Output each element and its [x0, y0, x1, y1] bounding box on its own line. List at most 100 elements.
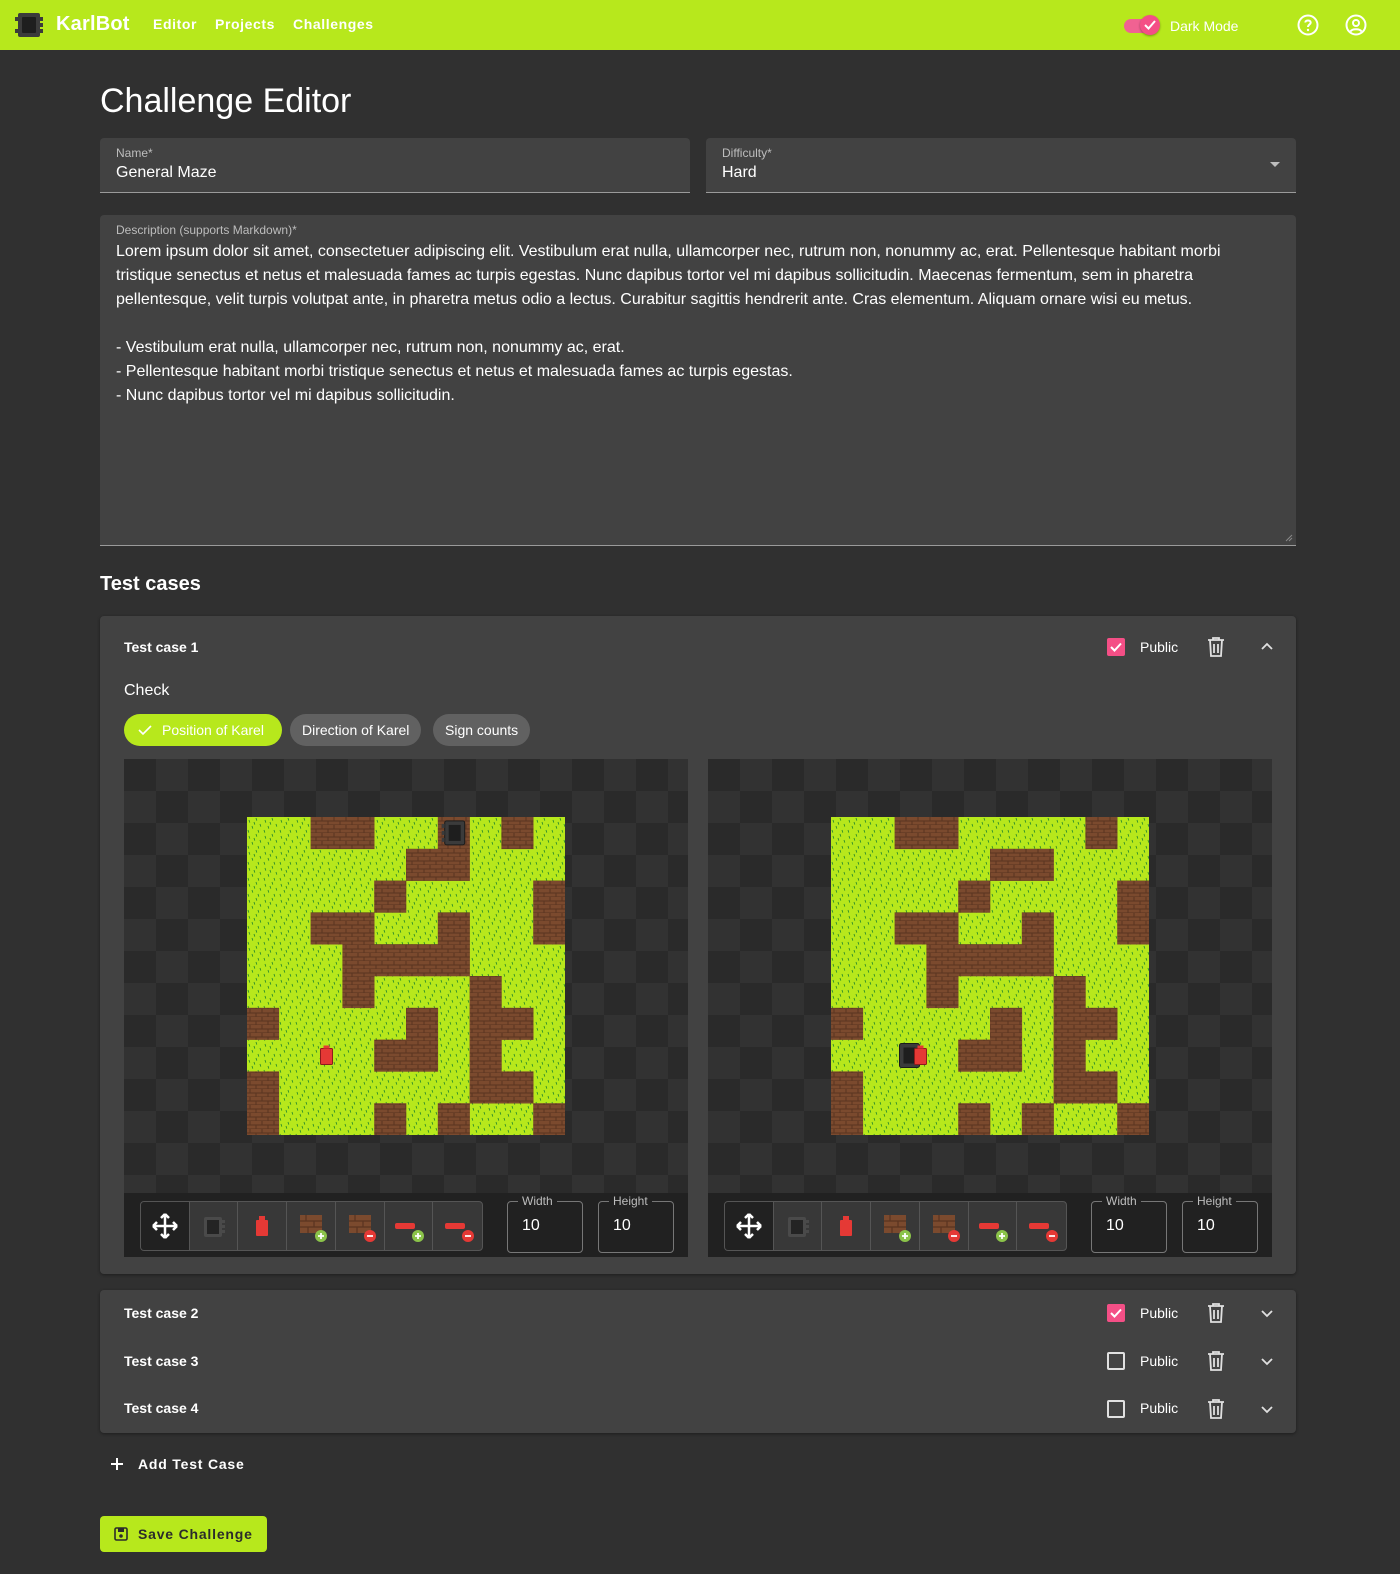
- wall-tile[interactable]: [1053, 1007, 1086, 1040]
- test-case-title[interactable]: Test case 4: [124, 1400, 198, 1416]
- help-icon[interactable]: [1296, 13, 1320, 37]
- tool-button-add-sign[interactable]: [385, 1202, 434, 1250]
- name-field[interactable]: Name* General Maze: [100, 138, 690, 193]
- wall-tile[interactable]: [342, 976, 375, 1009]
- wall-tile[interactable]: [1021, 848, 1054, 881]
- wall-tile[interactable]: [926, 944, 959, 977]
- wall-tile[interactable]: [406, 1007, 439, 1040]
- karlbot-logo-icon[interactable]: [14, 9, 46, 41]
- delete-icon[interactable]: [1206, 1302, 1226, 1324]
- wall-tile[interactable]: [501, 1071, 534, 1104]
- wall-tile[interactable]: [342, 817, 375, 850]
- difficulty-value[interactable]: Hard: [722, 164, 757, 182]
- tool-button-sign[interactable]: [822, 1202, 872, 1250]
- wall-tile[interactable]: [374, 944, 407, 977]
- wall-tile[interactable]: [533, 912, 565, 945]
- wall-tile[interactable]: [469, 976, 502, 1009]
- wall-tile[interactable]: [1053, 1071, 1086, 1104]
- wall-tile[interactable]: [1085, 1007, 1118, 1040]
- wall-tile[interactable]: [310, 912, 343, 945]
- height-field[interactable]: Height 10: [1182, 1194, 1258, 1253]
- wall-tile[interactable]: [1117, 912, 1149, 945]
- wall-tile[interactable]: [374, 880, 407, 913]
- wall-tile[interactable]: [926, 912, 959, 945]
- test-case-title[interactable]: Test case 1: [124, 639, 198, 655]
- delete-icon[interactable]: [1206, 636, 1226, 658]
- wall-tile[interactable]: [1021, 912, 1054, 945]
- description-field[interactable]: Description (supports Markdown)* Lorem i…: [100, 215, 1296, 546]
- wall-tile[interactable]: [310, 817, 343, 850]
- collapse-icon[interactable]: [1259, 638, 1275, 654]
- wall-tile[interactable]: [894, 912, 927, 945]
- add-test-case-button[interactable]: Add Test Case: [110, 1456, 245, 1472]
- wall-tile[interactable]: [1117, 880, 1149, 913]
- karel-robot[interactable]: [441, 820, 466, 846]
- pre-world-canvas[interactable]: Width 10 Height 10: [124, 759, 688, 1257]
- tool-button-remove-wall[interactable]: [336, 1202, 385, 1250]
- wall-tile[interactable]: [437, 1103, 470, 1135]
- nav-challenges[interactable]: Challenges: [293, 16, 374, 32]
- expand-icon[interactable]: [1259, 1306, 1275, 1322]
- wall-tile[interactable]: [342, 944, 375, 977]
- wall-tile[interactable]: [926, 976, 959, 1009]
- height-value[interactable]: 10: [613, 1217, 631, 1235]
- wall-tile[interactable]: [406, 1039, 439, 1072]
- height-field[interactable]: Height 10: [598, 1194, 674, 1253]
- wall-tile[interactable]: [926, 817, 959, 850]
- wall-tile[interactable]: [958, 944, 991, 977]
- wall-tile[interactable]: [533, 880, 565, 913]
- tool-button-karel[interactable]: [774, 1202, 823, 1250]
- height-value[interactable]: 10: [1197, 1217, 1215, 1235]
- name-value[interactable]: General Maze: [116, 164, 217, 182]
- nav-projects[interactable]: Projects: [215, 16, 275, 32]
- wall-tile[interactable]: [437, 944, 470, 977]
- tool-button-remove-sign[interactable]: [433, 1202, 482, 1250]
- wall-tile[interactable]: [990, 848, 1023, 881]
- wall-tile[interactable]: [831, 1071, 864, 1104]
- world-grid[interactable]: [247, 817, 565, 1135]
- wall-tile[interactable]: [958, 1103, 991, 1135]
- wall-tile[interactable]: [958, 1039, 991, 1072]
- chip-position-of-karel[interactable]: Position of Karel: [124, 714, 282, 746]
- wall-tile[interactable]: [247, 1103, 280, 1135]
- width-value[interactable]: 10: [1106, 1217, 1124, 1235]
- wall-tile[interactable]: [437, 848, 470, 881]
- wall-tile[interactable]: [831, 1007, 864, 1040]
- sign-marker[interactable]: [320, 1045, 333, 1065]
- sign-marker[interactable]: [914, 1045, 927, 1065]
- expand-icon[interactable]: [1259, 1354, 1275, 1370]
- wall-tile[interactable]: [1021, 1103, 1054, 1135]
- wall-tile[interactable]: [894, 817, 927, 850]
- tool-button-add-sign[interactable]: [969, 1202, 1018, 1250]
- width-value[interactable]: 10: [522, 1217, 540, 1235]
- tool-button-move[interactable]: [725, 1202, 774, 1250]
- wall-tile[interactable]: [406, 944, 439, 977]
- wall-tile[interactable]: [501, 1007, 534, 1040]
- test-case-title[interactable]: Test case 2: [124, 1305, 198, 1321]
- wall-tile[interactable]: [469, 1039, 502, 1072]
- chip-direction-of-karel[interactable]: Direction of Karel: [290, 714, 422, 746]
- test-case-title[interactable]: Test case 3: [124, 1353, 198, 1369]
- width-field[interactable]: Width 10: [1091, 1194, 1167, 1253]
- wall-tile[interactable]: [1021, 944, 1054, 977]
- wall-tile[interactable]: [247, 1007, 280, 1040]
- dark-mode-switch[interactable]: [1124, 15, 1160, 35]
- public-checkbox[interactable]: [1107, 1304, 1125, 1322]
- save-challenge-button[interactable]: Save Challenge: [100, 1516, 267, 1552]
- post-world-canvas[interactable]: Width 10 Height 10: [708, 759, 1272, 1257]
- nav-editor[interactable]: Editor: [153, 16, 197, 32]
- wall-tile[interactable]: [1085, 817, 1118, 850]
- public-checkbox[interactable]: [1107, 638, 1125, 656]
- wall-tile[interactable]: [374, 1103, 407, 1135]
- wall-tile[interactable]: [1085, 1071, 1118, 1104]
- tool-button-sign[interactable]: [238, 1202, 288, 1250]
- dropdown-arrow-icon[interactable]: [1270, 162, 1280, 167]
- wall-tile[interactable]: [469, 1071, 502, 1104]
- public-checkbox[interactable]: [1107, 1400, 1125, 1418]
- description-textarea[interactable]: Lorem ipsum dolor sit amet, consectetuer…: [116, 240, 1280, 408]
- chip-sign-counts[interactable]: Sign counts: [433, 714, 531, 746]
- tool-button-move[interactable]: [141, 1202, 190, 1250]
- wall-tile[interactable]: [501, 817, 534, 850]
- wall-tile[interactable]: [990, 1007, 1023, 1040]
- tool-button-remove-wall[interactable]: [920, 1202, 969, 1250]
